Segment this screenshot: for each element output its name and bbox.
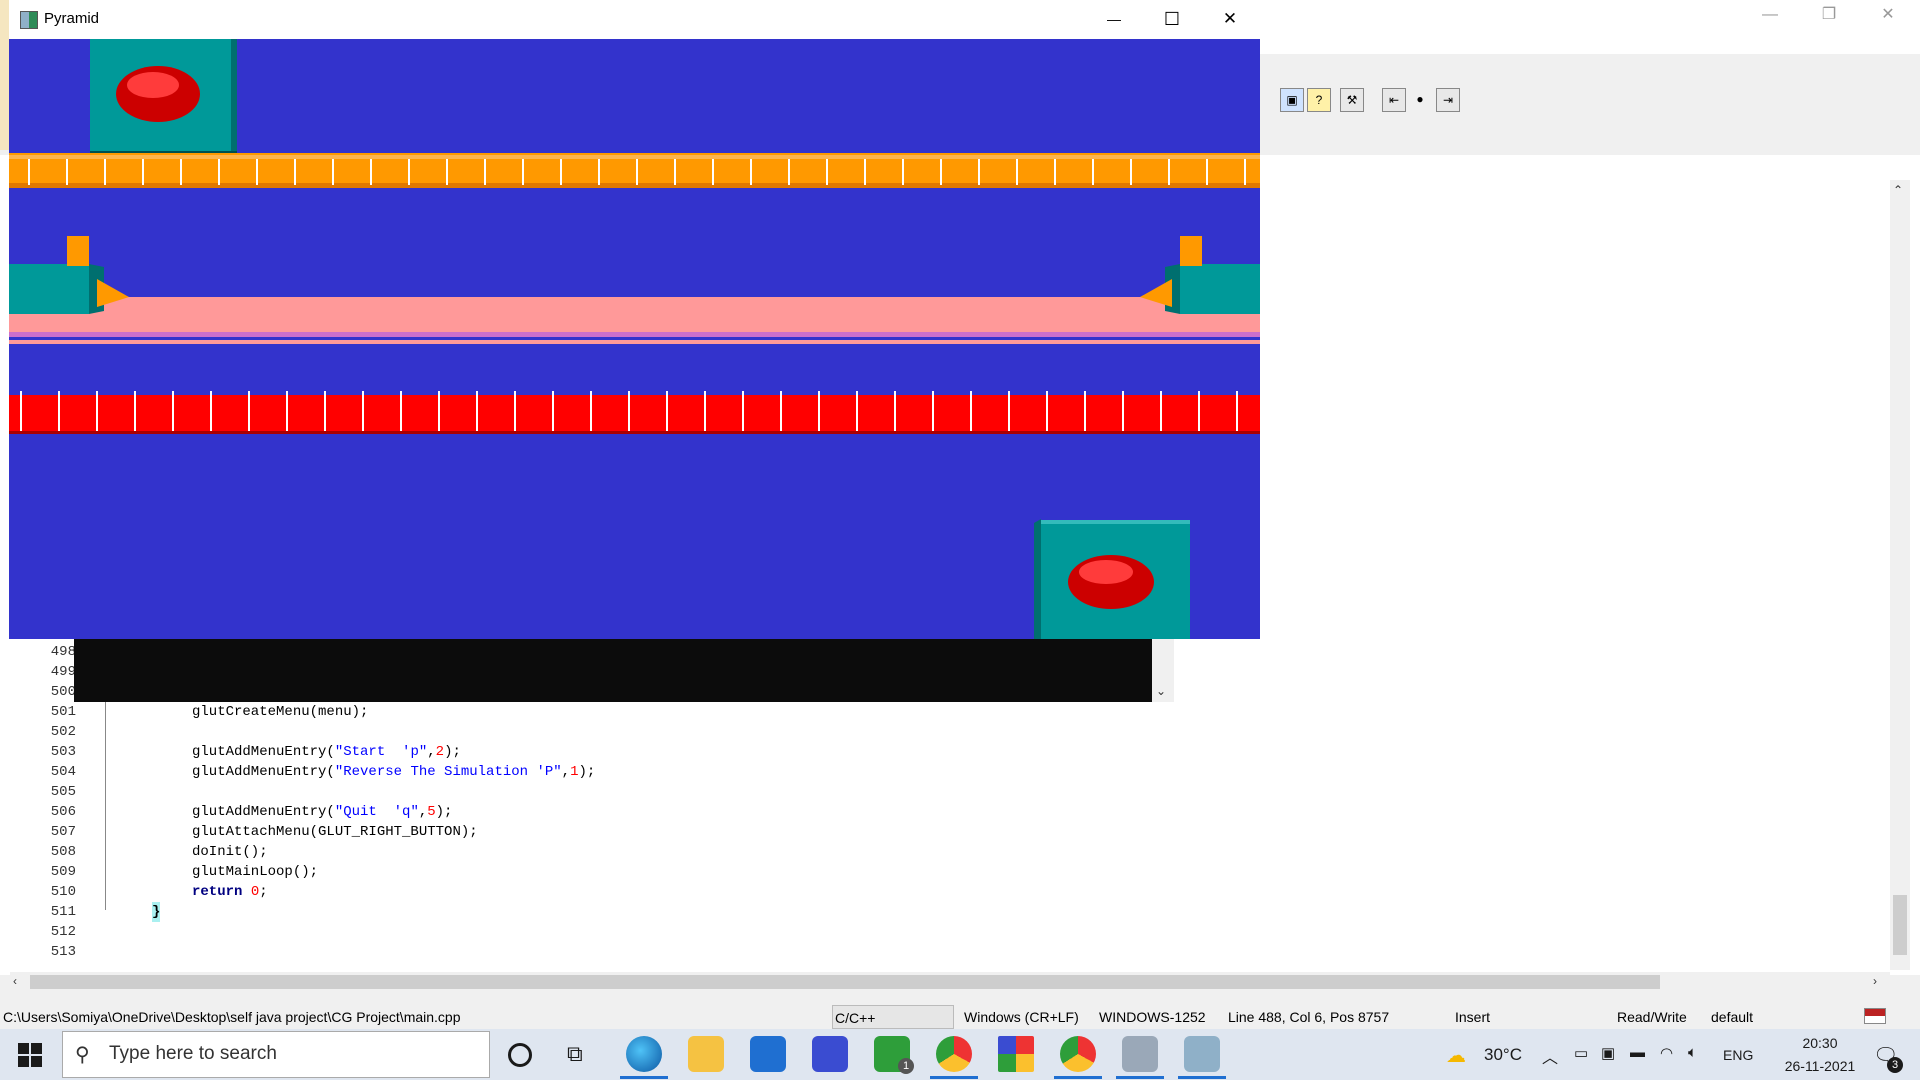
clock-date[interactable]: 26-11-2021: [1770, 1058, 1870, 1074]
ide-restore-button[interactable]: ❐: [1800, 0, 1858, 30]
code-line: return 0;: [192, 884, 268, 900]
record-icon[interactable]: ●: [1409, 88, 1431, 110]
access-mode: Read/Write: [1617, 1009, 1687, 1025]
simulation-canvas[interactable]: [9, 39, 1260, 639]
screenshot-icon[interactable]: ▣: [1280, 88, 1304, 112]
codeblocks-icon[interactable]: [1122, 1036, 1158, 1072]
meet-icon[interactable]: ▭: [1574, 1044, 1588, 1062]
battery-icon[interactable]: ▬: [1630, 1044, 1645, 1061]
ide-close-button[interactable]: ✕: [1859, 0, 1917, 30]
left-teal-block: [9, 264, 89, 314]
step-back-icon[interactable]: ⇤: [1382, 88, 1406, 112]
line-number: 512: [50, 924, 76, 940]
code-line: glutAddMenuEntry("Reverse The Simulation…: [192, 764, 596, 780]
code-line: glutAddMenuEntry("Quit 'q",5);: [192, 804, 453, 820]
language-indicator[interactable]: ENG: [1723, 1047, 1753, 1063]
pyramid-close-button[interactable]: ✕: [1210, 5, 1250, 33]
scroll-right-icon[interactable]: ›: [1873, 974, 1877, 988]
file-explorer-icon[interactable]: [688, 1036, 724, 1072]
wrench-icon[interactable]: ⚒: [1340, 88, 1364, 112]
app-window-icon: [20, 11, 38, 29]
edge-running-indicator: [620, 1076, 668, 1079]
line-number: 510: [50, 884, 76, 900]
brace-match: }: [152, 902, 161, 922]
console-window: [74, 638, 1174, 702]
line-number: 500: [50, 684, 76, 700]
mail-icon[interactable]: [750, 1036, 786, 1072]
line-number: 511: [50, 904, 76, 920]
language-selector[interactable]: C/C++: [832, 1005, 954, 1029]
left-orange-peg: [67, 236, 89, 266]
chevron-down-icon[interactable]: ⌄: [1156, 684, 1166, 698]
winrar-icon[interactable]: [998, 1036, 1034, 1072]
line-number: 509: [50, 864, 76, 880]
flag-icon: [1864, 1008, 1886, 1024]
scroll-left-icon[interactable]: ‹: [13, 974, 17, 988]
code-line: glutAddMenuEntry("Start 'p",2);: [192, 744, 461, 760]
pyramid-maximize-button[interactable]: ☐: [1152, 5, 1192, 33]
scheme: default: [1711, 1009, 1754, 1025]
line-number: 513: [50, 944, 76, 960]
task-view-icon[interactable]: ⧉: [567, 1041, 583, 1067]
search-icon: ⚲: [75, 1044, 90, 1066]
red-conveyor: [9, 395, 1260, 431]
pyramid-window-title: Pyramid: [44, 10, 100, 27]
line-number: 503: [50, 744, 76, 760]
cursor-position: Line 488, Col 6, Pos 8757: [1228, 1009, 1390, 1025]
chrome-profile-icon[interactable]: [1060, 1036, 1096, 1072]
chevron-up-icon[interactable]: ︿: [1542, 1044, 1558, 1068]
simulation-scene: [9, 39, 1260, 639]
help-icon[interactable]: ?: [1307, 88, 1331, 112]
code-line: glutCreateMenu(menu);: [192, 704, 369, 720]
line-endings[interactable]: Windows (CR+LF): [964, 1005, 1079, 1029]
xbox-badge: 1: [898, 1058, 914, 1074]
line-number: 505: [50, 784, 76, 800]
line-number: 502: [50, 724, 76, 740]
insert-mode: Insert: [1455, 1009, 1491, 1025]
right-orange-peg: [1180, 236, 1202, 266]
line-number: 499: [50, 664, 76, 680]
pyramid-titlebar[interactable]: [9, 0, 1260, 40]
weather-temp[interactable]: 30°C: [1484, 1045, 1522, 1065]
code-line: glutAttachMenu(GLUT_RIGHT_BUTTON);: [192, 824, 478, 840]
pink-track: [9, 297, 1260, 337]
line-number: 504: [50, 764, 76, 780]
wifi-icon[interactable]: ◠: [1660, 1044, 1673, 1062]
vertical-scrollbar[interactable]: [1890, 180, 1910, 970]
line-number: 501: [50, 704, 76, 720]
search-placeholder: Type here to search: [109, 1043, 277, 1064]
ide-minimize-button[interactable]: —: [1741, 0, 1799, 30]
right-teal-block: [1180, 264, 1260, 314]
step-forward-icon[interactable]: ⇥: [1436, 88, 1460, 112]
chrome-running-indicator: [930, 1076, 978, 1079]
line-number: 506: [50, 804, 76, 820]
chrome-icon[interactable]: [936, 1036, 972, 1072]
code-line: glutMainLoop();: [192, 864, 319, 880]
pyramid-app-icon[interactable]: [1184, 1036, 1220, 1072]
horizontal-scroll-thumb[interactable]: [30, 975, 1660, 989]
notification-badge: 3: [1887, 1057, 1903, 1073]
vertical-scroll-thumb[interactable]: [1893, 895, 1907, 955]
fold-marker: [105, 700, 106, 910]
cortana-icon[interactable]: [508, 1043, 532, 1067]
codeblocks-running-indicator: [1116, 1076, 1164, 1079]
app-icon[interactable]: [812, 1036, 848, 1072]
line-number: 498: [50, 644, 76, 660]
line-number: 508: [50, 844, 76, 860]
edge-icon[interactable]: [626, 1036, 662, 1072]
scroll-up-icon[interactable]: ⌃: [1893, 183, 1903, 197]
weather-icon: ☁: [1446, 1045, 1466, 1067]
windows-start-icon[interactable]: [18, 1043, 42, 1067]
volume-icon[interactable]: 🔈︎: [1688, 1044, 1697, 1061]
code-line: doInit();: [192, 844, 268, 860]
pyramid-running-indicator: [1178, 1076, 1226, 1079]
line-number: 507: [50, 824, 76, 840]
file-path: C:\Users\Somiya\OneDrive\Desktop\self ja…: [3, 1009, 461, 1025]
clock-time[interactable]: 20:30: [1770, 1035, 1870, 1051]
encoding[interactable]: WINDOWS-1252: [1099, 1005, 1206, 1029]
device-icon[interactable]: ▣: [1601, 1044, 1615, 1062]
chrome-profile-running-indicator: [1054, 1076, 1102, 1079]
pyramid-minimize-button[interactable]: —: [1094, 5, 1134, 33]
